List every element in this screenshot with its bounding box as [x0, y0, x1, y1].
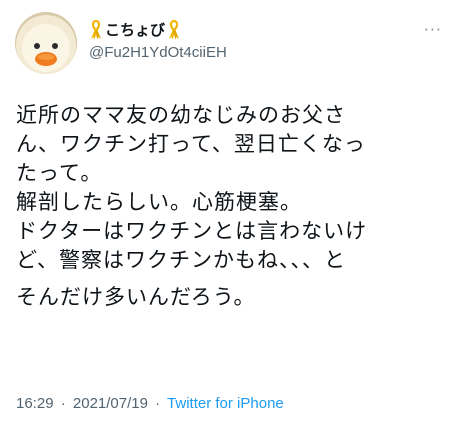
tweet-line: ん、ワクチン打って、翌日亡くなっ	[16, 132, 366, 156]
tweet-line: たって。	[16, 161, 103, 185]
tweet-date[interactable]: 2021/07/19	[73, 395, 148, 412]
tweet-line: ドクターはワクチンとは言わないけ	[16, 219, 368, 243]
yellow-ribbon-icon	[167, 19, 181, 40]
more-options-icon[interactable]: ···	[424, 20, 442, 39]
duck-avatar-icon[interactable]	[15, 12, 77, 74]
tweet-time[interactable]: 16:29	[16, 395, 54, 412]
meta-separator: ·	[60, 395, 66, 412]
tweet-text: 近所のママ友の幼なじみのお父さ ん、ワクチン打って、翌日亡くなっ たって。 解剖…	[16, 101, 444, 312]
user-handle[interactable]: @Fu2H1YdOt4ciiEH	[89, 44, 227, 61]
tweet-card: こちょび @Fu2H1YdOt4ciiEH ··· 近所のママ友の幼なじみのお父…	[0, 0, 456, 432]
display-name: こちょび	[105, 21, 166, 39]
tweet-line: ど、警察はワクチンかもね、、、と	[16, 248, 346, 272]
display-name-row[interactable]: こちょび	[89, 19, 181, 40]
tweet-line: そんだけ多いんだろう。	[16, 285, 256, 309]
tweet-line: 解剖したらしい。心筋梗塞。	[16, 190, 302, 214]
tweet-metadata: 16:29 · 2021/07/19 · Twitter for iPhone	[16, 395, 284, 412]
tweet-line: 近所のママ友の幼なじみのお父さ	[16, 103, 346, 127]
meta-separator: ·	[155, 395, 161, 412]
tweet-source-link[interactable]: Twitter for iPhone	[167, 395, 284, 412]
yellow-ribbon-icon	[89, 19, 103, 40]
